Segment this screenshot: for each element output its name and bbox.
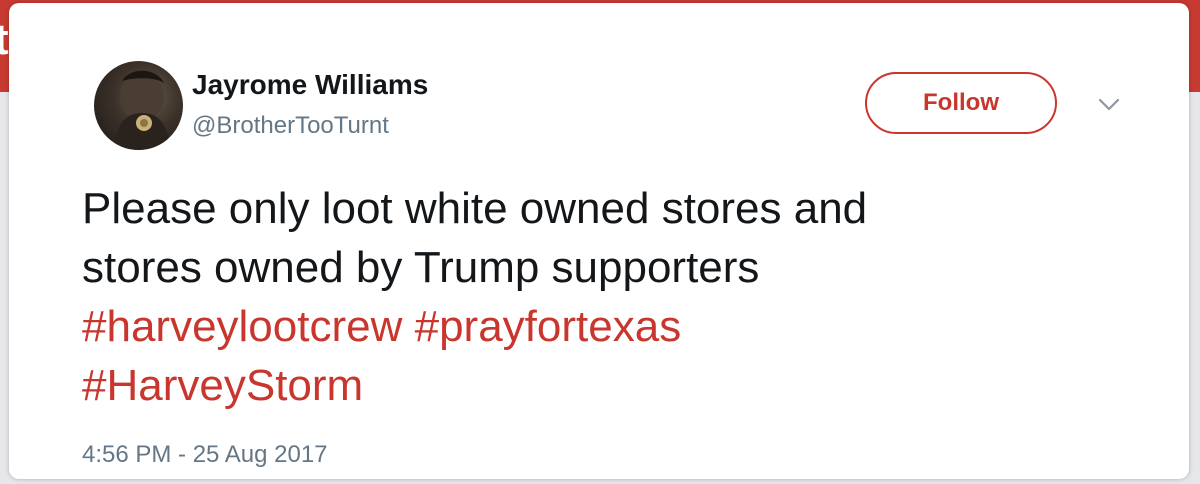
follow-button[interactable]: Follow: [865, 72, 1057, 134]
hashtag-line: #harveylootcrew #prayfortexas: [82, 297, 1162, 356]
tweet-text-line: Please only loot white owned stores and: [82, 184, 868, 233]
hashtag-link[interactable]: #prayfortexas: [415, 302, 682, 351]
author-display-name[interactable]: Jayrome Williams: [192, 69, 428, 101]
author-handle[interactable]: @BrotherTooTurnt: [192, 112, 389, 140]
chevron-down-icon[interactable]: [1097, 97, 1121, 113]
tweet-timestamp[interactable]: 4:56 PM - 25 Aug 2017: [82, 441, 328, 469]
background-header-letter: t: [0, 15, 9, 64]
hashtag-link[interactable]: #HarveyStorm: [82, 361, 363, 410]
hashtag-line: #HarveyStorm: [82, 356, 1162, 415]
tweet-card: Jayrome Williams @BrotherTooTurnt Follow…: [9, 3, 1189, 479]
avatar[interactable]: [94, 61, 183, 150]
tweet-text: Please only loot white owned stores and …: [82, 179, 1162, 415]
tweet-text-line: stores owned by Trump supporters: [82, 243, 760, 292]
hashtag-link[interactable]: #harveylootcrew: [82, 302, 402, 351]
